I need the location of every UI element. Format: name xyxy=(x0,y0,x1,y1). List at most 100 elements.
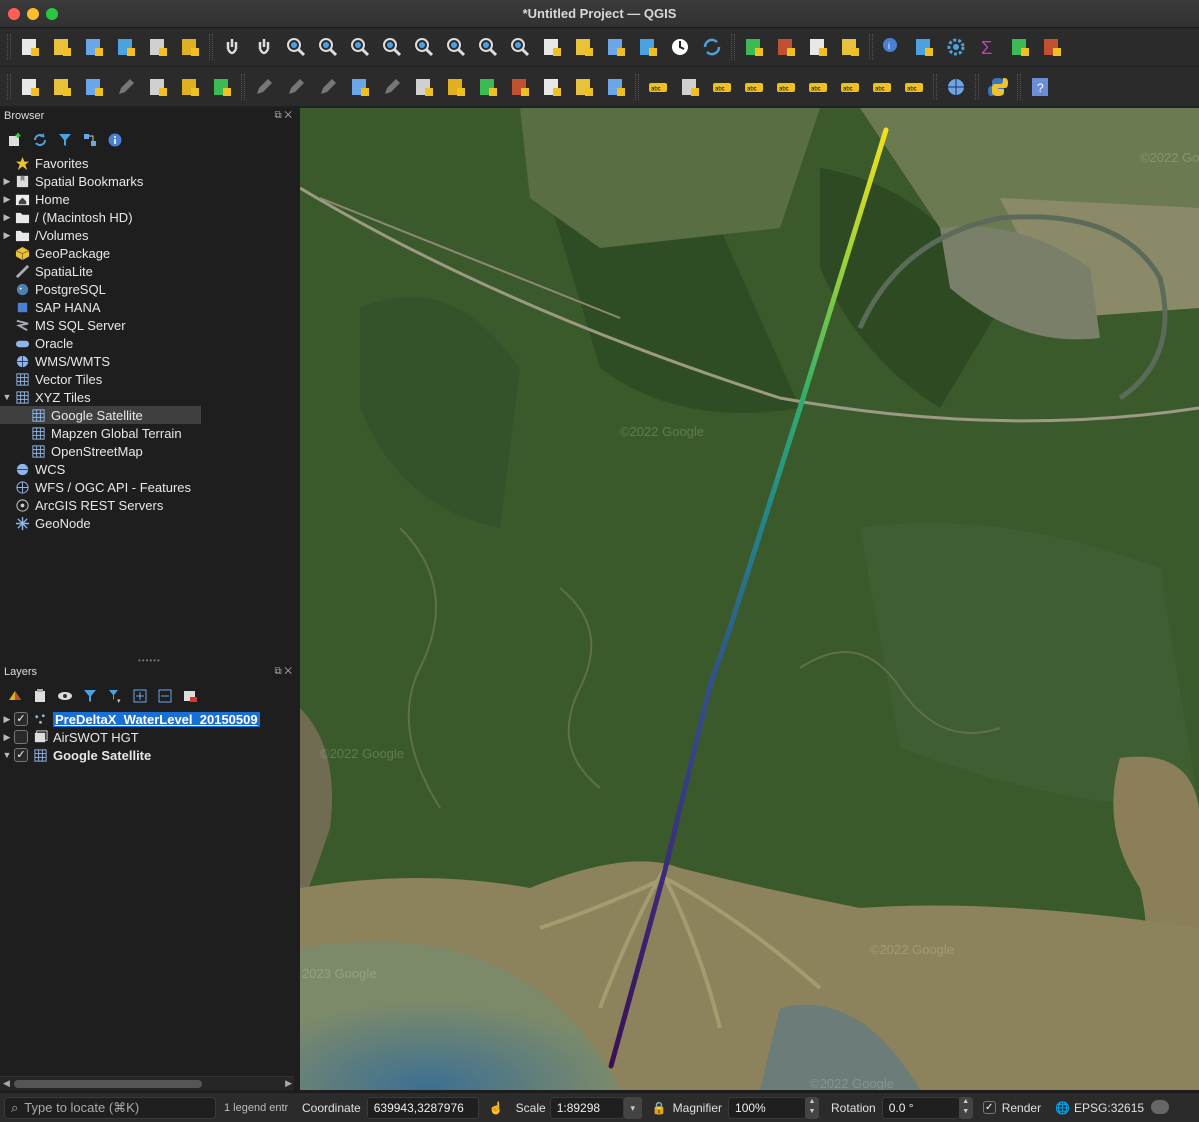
coordinate-field[interactable]: 639943,3287976 xyxy=(366,1096,479,1119)
browser-item-wcs[interactable]: WCS xyxy=(0,460,296,478)
info-icon[interactable] xyxy=(104,129,126,151)
crs-button[interactable]: 🌐 EPSG:32615 xyxy=(1055,1101,1144,1115)
diagram-icon[interactable] xyxy=(675,72,705,102)
digitize-icon[interactable] xyxy=(111,72,141,102)
new-3d-view-icon[interactable] xyxy=(569,32,599,62)
zoom-in-icon[interactable] xyxy=(281,32,311,62)
browser-item-macintosh-hd[interactable]: ▶ / (Macintosh HD) xyxy=(0,208,296,226)
render-checkbox[interactable]: ✓ xyxy=(982,1101,996,1114)
expand-right-icon[interactable]: ▶ xyxy=(0,194,14,205)
layer-name[interactable]: AirSWOT HGT xyxy=(53,730,139,745)
label-move-icon[interactable]: abc xyxy=(835,72,865,102)
browser-item-spatial-bookmarks[interactable]: ▶ Spatial Bookmarks xyxy=(0,172,296,190)
cut-icon[interactable] xyxy=(473,72,503,102)
browser-item-vector-tiles[interactable]: Vector Tiles xyxy=(0,370,296,388)
layers-horizontal-scrollbar[interactable]: ◀ ▶ xyxy=(0,1076,296,1090)
new-temporary-layer-icon[interactable] xyxy=(79,72,109,102)
toolbar-separator[interactable] xyxy=(933,73,937,100)
expand-right-icon[interactable]: ▶ xyxy=(0,732,14,743)
attribute-table-icon[interactable] xyxy=(909,32,939,62)
select-features-icon[interactable] xyxy=(739,32,769,62)
data-source-manager-icon[interactable] xyxy=(15,72,45,102)
save-project-icon[interactable] xyxy=(79,32,109,62)
layout-manager-icon[interactable] xyxy=(143,32,173,62)
refresh-icon[interactable] xyxy=(697,32,727,62)
browser-item-ms-sql-server[interactable]: MS SQL Server xyxy=(0,316,296,334)
zoom-to-selection-icon[interactable] xyxy=(377,32,407,62)
toolbar-separator[interactable] xyxy=(975,73,979,100)
lock-scale-icon[interactable]: 🔒 xyxy=(652,1101,667,1115)
browser-item-google-satellite[interactable]: Google Satellite xyxy=(0,406,201,424)
scroll-left-icon[interactable]: ◀ xyxy=(3,1078,10,1089)
add-selected-layers-icon[interactable] xyxy=(4,129,26,151)
browser-item-sap-hana[interactable]: SAP HANA xyxy=(0,298,296,316)
toolbar-separator[interactable] xyxy=(209,34,213,60)
toolbar-separator[interactable] xyxy=(7,73,11,100)
scale-dropdown-icon[interactable]: ▾ xyxy=(623,1096,642,1119)
browser-item-mapzen-global-terrain[interactable]: Mapzen Global Terrain xyxy=(0,424,296,442)
rotation-spin-icon[interactable]: ▲ ▼ xyxy=(958,1096,973,1119)
zoom-last-icon[interactable] xyxy=(473,32,503,62)
scroll-thumb[interactable] xyxy=(14,1080,202,1088)
pan-to-selection-icon[interactable] xyxy=(249,32,279,62)
layer-visibility-checkbox[interactable]: ✓ xyxy=(14,712,28,726)
delete-icon[interactable] xyxy=(441,72,471,102)
toolbar-separator[interactable] xyxy=(731,34,735,60)
satellite-map[interactable]: ©2022 Google ©2022 Google ©2022 Google ©… xyxy=(300,108,1199,1090)
measure-icon[interactable] xyxy=(1037,32,1067,62)
browser-item-xyz-tiles[interactable]: ▼ XYZ Tiles xyxy=(0,388,296,406)
browser-item-oracle[interactable]: Oracle xyxy=(0,334,296,352)
remove-layer-icon[interactable] xyxy=(179,685,201,707)
layer-visibility-checkbox[interactable]: ✓ xyxy=(14,748,28,762)
label-show-icon[interactable]: abc xyxy=(803,72,833,102)
locator-search[interactable]: ⌕ Type to locate (⌘K) xyxy=(4,1096,216,1119)
new-print-layout-icon[interactable] xyxy=(111,32,141,62)
scale-field[interactable]: 1:89298 xyxy=(549,1096,624,1119)
filter-legend-icon[interactable] xyxy=(79,685,101,707)
expand-right-icon[interactable]: ▶ xyxy=(0,714,14,725)
filter-icon[interactable] xyxy=(54,129,76,151)
scroll-right-icon[interactable]: ▶ xyxy=(285,1078,292,1089)
add-mesh-icon[interactable] xyxy=(175,72,205,102)
panel-float-close-icon[interactable]: ⧉ ✕ xyxy=(274,110,292,121)
add-layer-icon[interactable] xyxy=(143,72,173,102)
toggle-extents-icon[interactable]: ☝ xyxy=(489,1101,504,1115)
select-location-icon[interactable] xyxy=(835,32,865,62)
vertex-tool-icon[interactable] xyxy=(377,72,407,102)
toolbar-separator[interactable] xyxy=(1017,73,1021,100)
python-icon[interactable] xyxy=(983,72,1013,102)
browser-item-arcgis-rest-servers[interactable]: ArcGIS REST Servers xyxy=(0,496,296,514)
layer-item-predeltax-waterlevel-20150509[interactable]: ▶ ✓ PreDeltaX_WaterLevel_20150509 xyxy=(0,710,296,728)
settings-icon[interactable] xyxy=(941,32,971,62)
deselect-icon[interactable] xyxy=(803,32,833,62)
toolbar-separator[interactable] xyxy=(635,73,639,100)
statistics-icon[interactable]: Σ xyxy=(973,32,1003,62)
layers-float-close-icon[interactable]: ⧉ ✕ xyxy=(274,666,292,677)
magnifier-spin-icon[interactable]: ▲ ▼ xyxy=(805,1096,820,1119)
redo-icon[interactable] xyxy=(601,72,631,102)
add-feature-icon[interactable] xyxy=(345,72,375,102)
zoom-out-icon[interactable] xyxy=(313,32,343,62)
identify-icon[interactable]: i xyxy=(877,32,907,62)
browser-item-volumes[interactable]: ▶ /Volumes xyxy=(0,226,296,244)
browser-item-postgresql[interactable]: PostgreSQL xyxy=(0,280,296,298)
expand-down-icon[interactable]: ▼ xyxy=(0,750,14,760)
label-rotate-icon[interactable]: abc xyxy=(867,72,897,102)
new-geopackage-icon[interactable] xyxy=(47,72,77,102)
panel-splitter[interactable]: •••••• xyxy=(138,656,160,665)
toolbar-separator[interactable] xyxy=(7,34,11,60)
label-change-icon[interactable]: abc xyxy=(899,72,929,102)
label-highlight-icon[interactable]: abc xyxy=(707,72,737,102)
expand-down-icon[interactable]: ▼ xyxy=(0,392,14,402)
expand-right-icon[interactable]: ▶ xyxy=(0,176,14,187)
new-map-view-icon[interactable] xyxy=(537,32,567,62)
help-icon[interactable]: ? xyxy=(1025,72,1055,102)
field-calculator-icon[interactable] xyxy=(1005,32,1035,62)
select-by-value-icon[interactable] xyxy=(771,32,801,62)
label-pin-icon[interactable]: abc xyxy=(771,72,801,102)
paste-icon[interactable] xyxy=(537,72,567,102)
undo-icon[interactable] xyxy=(569,72,599,102)
modify-attributes-icon[interactable] xyxy=(409,72,439,102)
toolbar-separator[interactable] xyxy=(241,73,245,100)
magnifier-field[interactable]: 100% xyxy=(728,1096,807,1119)
